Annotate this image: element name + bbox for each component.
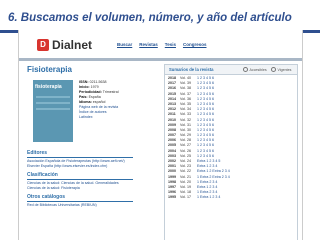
summary-panel-title: Sumarios de la revista xyxy=(169,67,214,72)
link-latindex[interactable]: Latindex xyxy=(79,115,149,120)
cover-decoration xyxy=(36,102,70,104)
summary-year: 1995 xyxy=(168,195,176,200)
summary-volume: Vol. 17 xyxy=(180,195,191,200)
header-divider xyxy=(19,58,302,61)
dialnet-logo[interactable]: D Dialnet xyxy=(37,38,92,52)
journal-title: Fisioterapia xyxy=(27,65,72,74)
section-divider xyxy=(27,179,133,180)
nav-buscar[interactable]: Buscar xyxy=(117,42,132,47)
summary-issue-links[interactable]: 1 Extra 1 2 3 4 xyxy=(197,195,294,200)
radio-icon xyxy=(243,67,248,72)
section-editores-title: Editores xyxy=(27,150,48,156)
option-vigentes[interactable]: Vigentes xyxy=(271,67,291,72)
radio-icon xyxy=(271,67,276,72)
section-otros-title: Otros catálogos xyxy=(27,194,66,200)
nav-tesis[interactable]: Tesis xyxy=(165,42,176,47)
summary-panel: Sumarios de la revista Accesibles Vigent… xyxy=(164,64,298,240)
catalogo-link[interactable]: Red de Bibliotecas Universitarias (REBIU… xyxy=(27,203,97,208)
top-navigation: Buscar Revistas Tesis Congresos xyxy=(117,42,206,47)
dialnet-screenshot: D Dialnet Buscar Revistas Tesis Congreso… xyxy=(18,30,303,240)
option-accesibles[interactable]: Accesibles xyxy=(243,67,267,72)
clasificacion-link[interactable]: Ciencias de la salud: Fisioterapia xyxy=(27,186,80,191)
summary-row: 1995 Vol. 17 1 Extra 1 2 3 4 xyxy=(168,195,294,200)
cover-decoration xyxy=(36,108,70,110)
section-divider xyxy=(27,157,133,158)
nav-congresos[interactable]: Congresos xyxy=(183,42,207,47)
section-clasificacion-title: Clasificación xyxy=(27,172,58,178)
cover-title: fisioterapia xyxy=(35,84,62,90)
journal-info: ISSN: 0211-5638 Inicio: 1979 Periodicida… xyxy=(79,80,149,120)
editor-link[interactable]: Elsevier España (http://www.elsevier.es/… xyxy=(27,164,107,169)
summary-panel-header: Sumarios de la revista Accesibles Vigent… xyxy=(165,65,297,75)
dialnet-logo-text: Dialnet xyxy=(52,38,93,52)
cover-decoration xyxy=(36,96,70,98)
section-divider xyxy=(27,201,133,202)
slide-title: 6. Buscamos el volumen, número, y año de… xyxy=(8,12,292,24)
journal-cover-image: fisioterapia xyxy=(33,80,73,142)
dialnet-logo-icon: D xyxy=(37,39,49,51)
nav-revistas[interactable]: Revistas xyxy=(139,42,158,47)
summary-list: 2018 Vol. 40 1 2 3 4 5 6 2017 Vol. 39 1 2 3 4… xyxy=(168,76,294,201)
